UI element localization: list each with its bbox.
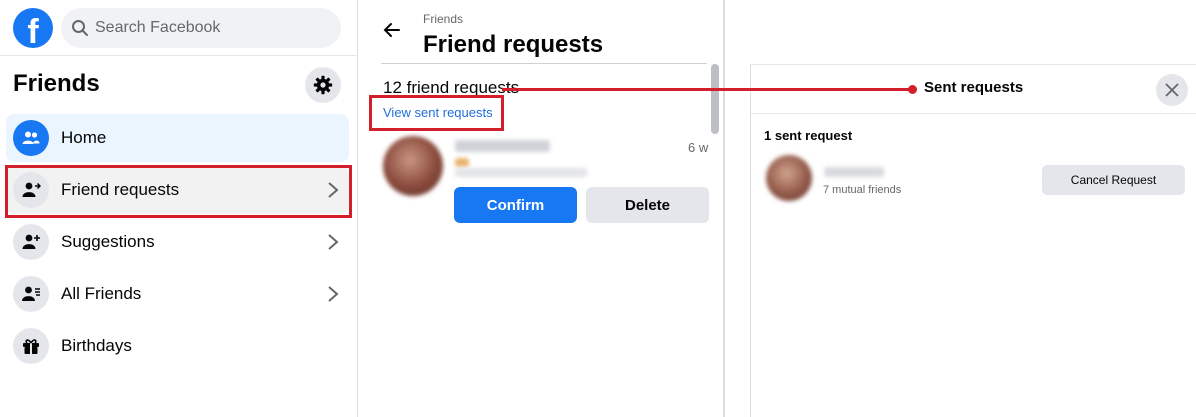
friend-requests-panel: Friends Friend requests 12 friend reques… — [359, 0, 725, 417]
blurred-name[interactable] — [824, 167, 884, 177]
search-icon — [72, 20, 88, 36]
chevron-right-icon — [328, 234, 339, 250]
sidebar-item-home[interactable]: Home — [6, 114, 349, 162]
sidebar-item-label: Suggestions — [61, 232, 155, 251]
gear-icon — [313, 75, 333, 95]
close-button[interactable] — [1156, 74, 1188, 106]
sent-requests-dialog: Sent requests 1 sent request 7 mutual fr… — [750, 64, 1196, 417]
annotation-arrow-dot — [908, 85, 917, 94]
sidebar-item-label: Home — [61, 128, 107, 147]
delete-button[interactable]: Delete — [586, 187, 709, 223]
annotation-highlight-box — [369, 95, 504, 131]
dialog-title: Sent requests — [924, 79, 1024, 96]
sidebar-item-label: Birthdays — [61, 336, 132, 355]
top-bar: f — [0, 0, 358, 56]
sidebar-item-suggestions[interactable]: Suggestions — [6, 218, 349, 266]
scrollbar[interactable] — [711, 64, 719, 134]
sidebar-item-birthdays[interactable]: Birthdays — [6, 322, 349, 370]
request-time: 6 w — [688, 140, 709, 155]
search-box[interactable] — [61, 8, 341, 48]
chevron-right-icon — [328, 286, 339, 302]
person-plus-icon — [13, 224, 49, 260]
avatar[interactable] — [383, 136, 443, 196]
person-list-icon — [13, 276, 49, 312]
gift-icon — [13, 328, 49, 364]
sidebar-item-all-friends[interactable]: All Friends — [6, 270, 349, 318]
divider — [751, 113, 1196, 114]
friends-home-icon — [13, 120, 49, 156]
blurred-badge — [455, 158, 469, 167]
annotation-arrow-line — [502, 88, 914, 91]
panel-gap — [727, 0, 749, 417]
sidebar-title: Friends — [13, 70, 100, 97]
cancel-request-button[interactable]: Cancel Request — [1042, 165, 1185, 195]
search-input[interactable] — [95, 8, 331, 48]
sent-count: 1 sent request — [764, 128, 853, 143]
page-title: Friend requests — [423, 31, 604, 58]
mutual-friends-text: 7 mutual friends — [823, 184, 902, 196]
avatar[interactable] — [766, 155, 812, 201]
back-arrow-icon[interactable] — [383, 21, 401, 39]
annotation-highlight-box — [5, 165, 352, 218]
facebook-logo-icon[interactable]: f — [13, 8, 53, 48]
close-icon — [1165, 83, 1179, 97]
settings-button[interactable] — [305, 67, 341, 103]
sidebar-item-label: All Friends — [61, 284, 142, 303]
breadcrumb[interactable]: Friends — [423, 12, 463, 26]
blurred-name[interactable] — [455, 140, 550, 152]
divider — [381, 63, 707, 64]
blurred-mutual — [455, 168, 587, 177]
confirm-button[interactable]: Confirm — [454, 187, 577, 223]
